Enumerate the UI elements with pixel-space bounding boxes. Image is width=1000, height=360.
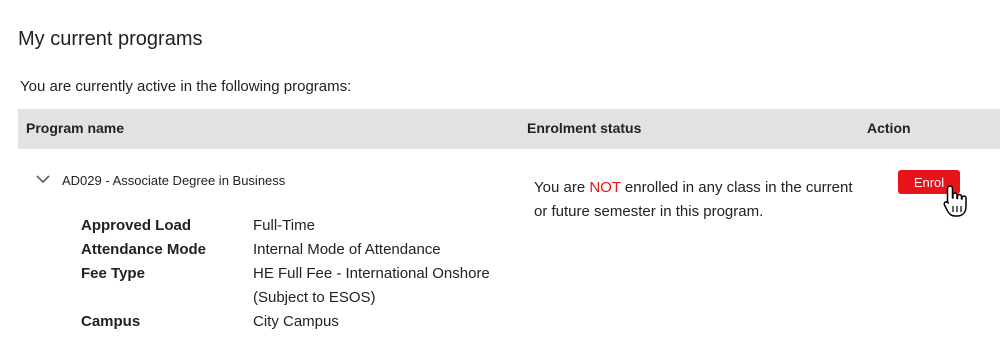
detail-value-attendance-mode: Internal Mode of Attendance xyxy=(253,241,441,258)
detail-row: Approved Load Full-Time xyxy=(81,214,493,238)
header-enrolment-status: Enrolment status xyxy=(527,120,642,136)
detail-label-campus: Campus xyxy=(81,313,141,330)
header-program-name: Program name xyxy=(26,120,125,136)
status-not-highlight: NOT xyxy=(589,179,621,196)
status-text-before: You are xyxy=(534,179,590,196)
detail-label-fee-type: Fee Type xyxy=(81,265,145,282)
detail-row: Fee Type HE Full Fee - International Ons… xyxy=(81,262,493,310)
detail-value-approved-load: Full-Time xyxy=(253,217,315,234)
table-row: AD029 - Associate Degree in Business App… xyxy=(18,160,1000,360)
enrolment-status-text: You are NOT enrolled in any class in the… xyxy=(534,176,864,224)
detail-row: Campus City Campus xyxy=(81,310,493,334)
page-title: My current programs xyxy=(18,28,203,50)
program-title[interactable]: AD029 - Associate Degree in Business xyxy=(62,173,285,188)
table-header: Program name Enrolment status Action xyxy=(18,109,1000,149)
detail-label-attendance-mode: Attendance Mode xyxy=(81,241,207,258)
chevron-down-icon[interactable] xyxy=(36,173,50,185)
detail-value-fee-type: HE Full Fee - International Onshore (Sub… xyxy=(253,265,490,306)
program-details: Approved Load Full-Time Attendance Mode … xyxy=(81,214,493,334)
intro-text: You are currently active in the followin… xyxy=(20,78,352,95)
detail-label-approved-load: Approved Load xyxy=(81,217,192,234)
header-action: Action xyxy=(867,120,911,136)
detail-value-campus: City Campus xyxy=(253,313,339,330)
hand-pointer-icon xyxy=(943,185,967,217)
detail-row: Attendance Mode Internal Mode of Attenda… xyxy=(81,238,493,262)
